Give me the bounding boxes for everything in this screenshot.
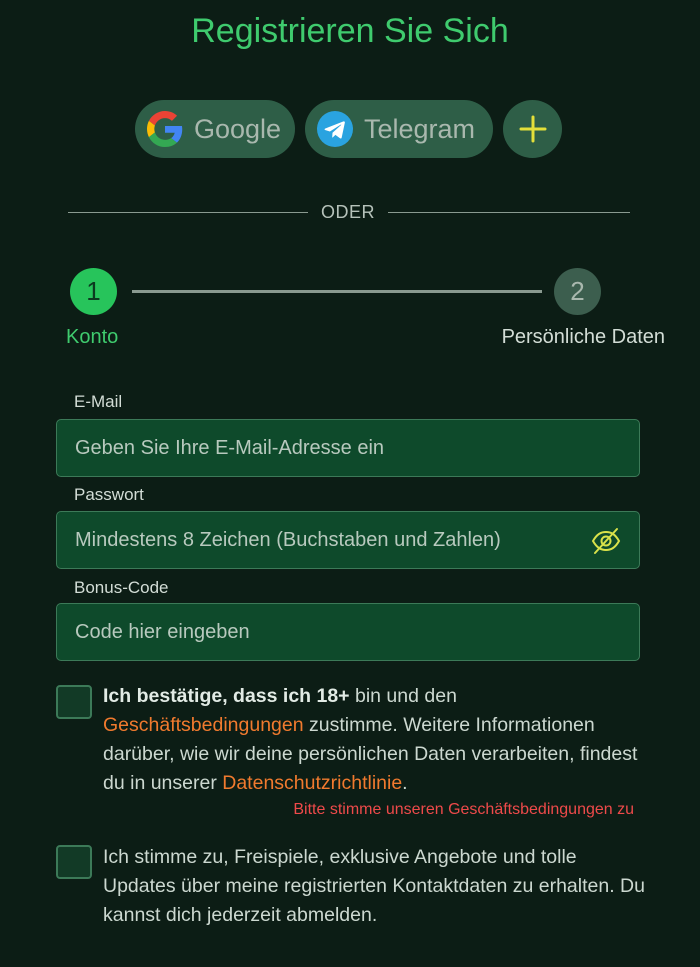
divider-line-left	[68, 212, 308, 213]
terms-text-part-3: .	[402, 772, 408, 794]
terms-consent-text: Ich bestätige, dass ich 18+ bin und den …	[103, 682, 648, 798]
registration-page: Registrieren Sie Sich Google Telegram OD…	[0, 0, 700, 967]
divider-line-right	[388, 212, 630, 213]
step-1-number: 1	[86, 276, 101, 306]
eye-off-icon[interactable]	[591, 526, 621, 556]
plus-icon	[519, 115, 546, 143]
google-icon	[147, 111, 183, 147]
terms-checkbox[interactable]	[56, 685, 92, 719]
terms-error-message: Bitte stimme unseren Geschäftsbedingunge…	[293, 801, 634, 818]
privacy-policy-link[interactable]: Datenschutzrichtlinie	[222, 772, 402, 794]
stepper-connector	[132, 290, 542, 293]
marketing-consent-text: Ich stimme zu, Freispiele, exklusive Ang…	[103, 846, 645, 926]
more-login-options-button[interactable]	[503, 100, 562, 158]
bonus-code-field-wrapper	[56, 603, 640, 661]
age-confirmation-text: Ich bestätige, dass ich 18+	[103, 685, 350, 707]
email-input[interactable]	[75, 436, 639, 460]
step-1-label: Konto	[66, 326, 119, 348]
social-login-row: Google Telegram	[0, 100, 700, 158]
step-2-number: 2	[570, 276, 585, 306]
marketing-checkbox[interactable]	[56, 845, 92, 879]
bonus-code-input[interactable]	[75, 620, 639, 644]
password-label: Passwort	[74, 485, 144, 504]
password-input[interactable]	[75, 528, 639, 552]
step-2-label: Persönliche Daten	[501, 326, 665, 348]
email-label: E-Mail	[74, 392, 123, 411]
telegram-icon	[317, 111, 353, 147]
divider-text: ODER	[320, 202, 375, 222]
telegram-label: Telegram	[364, 113, 476, 144]
bonus-code-label: Bonus-Code	[74, 578, 169, 597]
password-field-wrapper	[56, 511, 640, 569]
registration-stepper: 1 2 Konto Persönliche Daten	[0, 268, 700, 358]
step-1-indicator: 1	[70, 268, 117, 315]
telegram-login-button[interactable]: Telegram	[305, 100, 493, 158]
page-title: Registrieren Sie Sich	[191, 12, 509, 50]
email-field-wrapper	[56, 419, 640, 477]
google-login-button[interactable]: Google	[135, 100, 295, 158]
terms-text-part-1: bin und den	[349, 685, 457, 707]
or-divider: ODER	[68, 200, 630, 224]
step-2-indicator: 2	[554, 268, 601, 315]
google-label: Google	[194, 113, 282, 144]
terms-link[interactable]: Geschäftsbedingungen	[103, 714, 304, 736]
